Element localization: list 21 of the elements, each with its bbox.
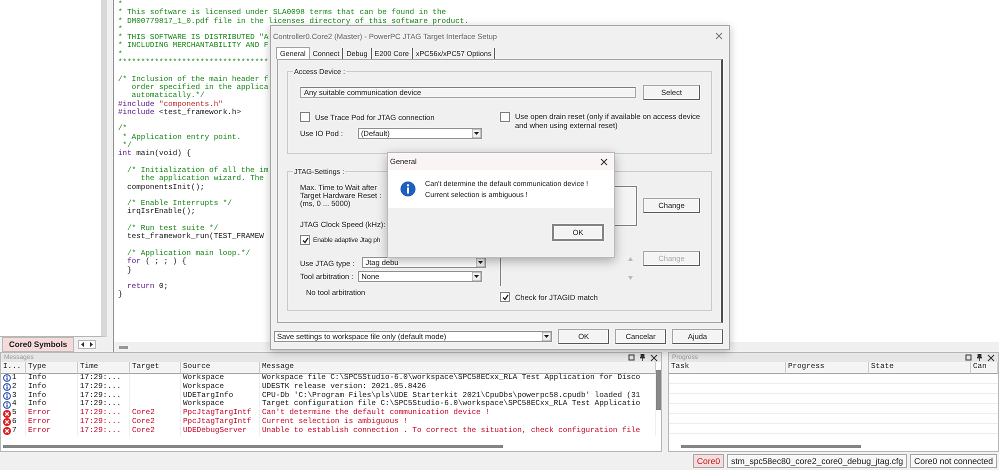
caret-icon[interactable] [472, 129, 481, 138]
checkbox[interactable] [500, 112, 510, 122]
close-icon[interactable] [650, 354, 658, 362]
info-icon [400, 181, 416, 197]
pin-icon[interactable] [977, 354, 982, 361]
checkbox[interactable] [300, 235, 310, 245]
checkbox[interactable] [500, 292, 510, 302]
restore-icon[interactable] [628, 354, 635, 361]
pin-icon[interactable] [640, 354, 645, 361]
checkbox[interactable] [300, 112, 310, 122]
caret-icon[interactable] [542, 332, 552, 340]
status-item: Core0 [692, 454, 724, 468]
close-icon[interactable] [600, 158, 608, 166]
panel-tab[interactable]: Core0 Symbols [2, 337, 74, 352]
scroll-arrows-icon[interactable] [78, 340, 96, 349]
caret-icon[interactable] [476, 258, 486, 267]
status-item: stm_spc58ec80_core2_core0_debug_jtag.cfg [727, 454, 908, 468]
close-icon[interactable] [987, 354, 995, 362]
caret-icon[interactable] [472, 272, 482, 280]
restore-icon[interactable] [965, 354, 972, 361]
status-item: Core0 not connected [910, 454, 997, 468]
